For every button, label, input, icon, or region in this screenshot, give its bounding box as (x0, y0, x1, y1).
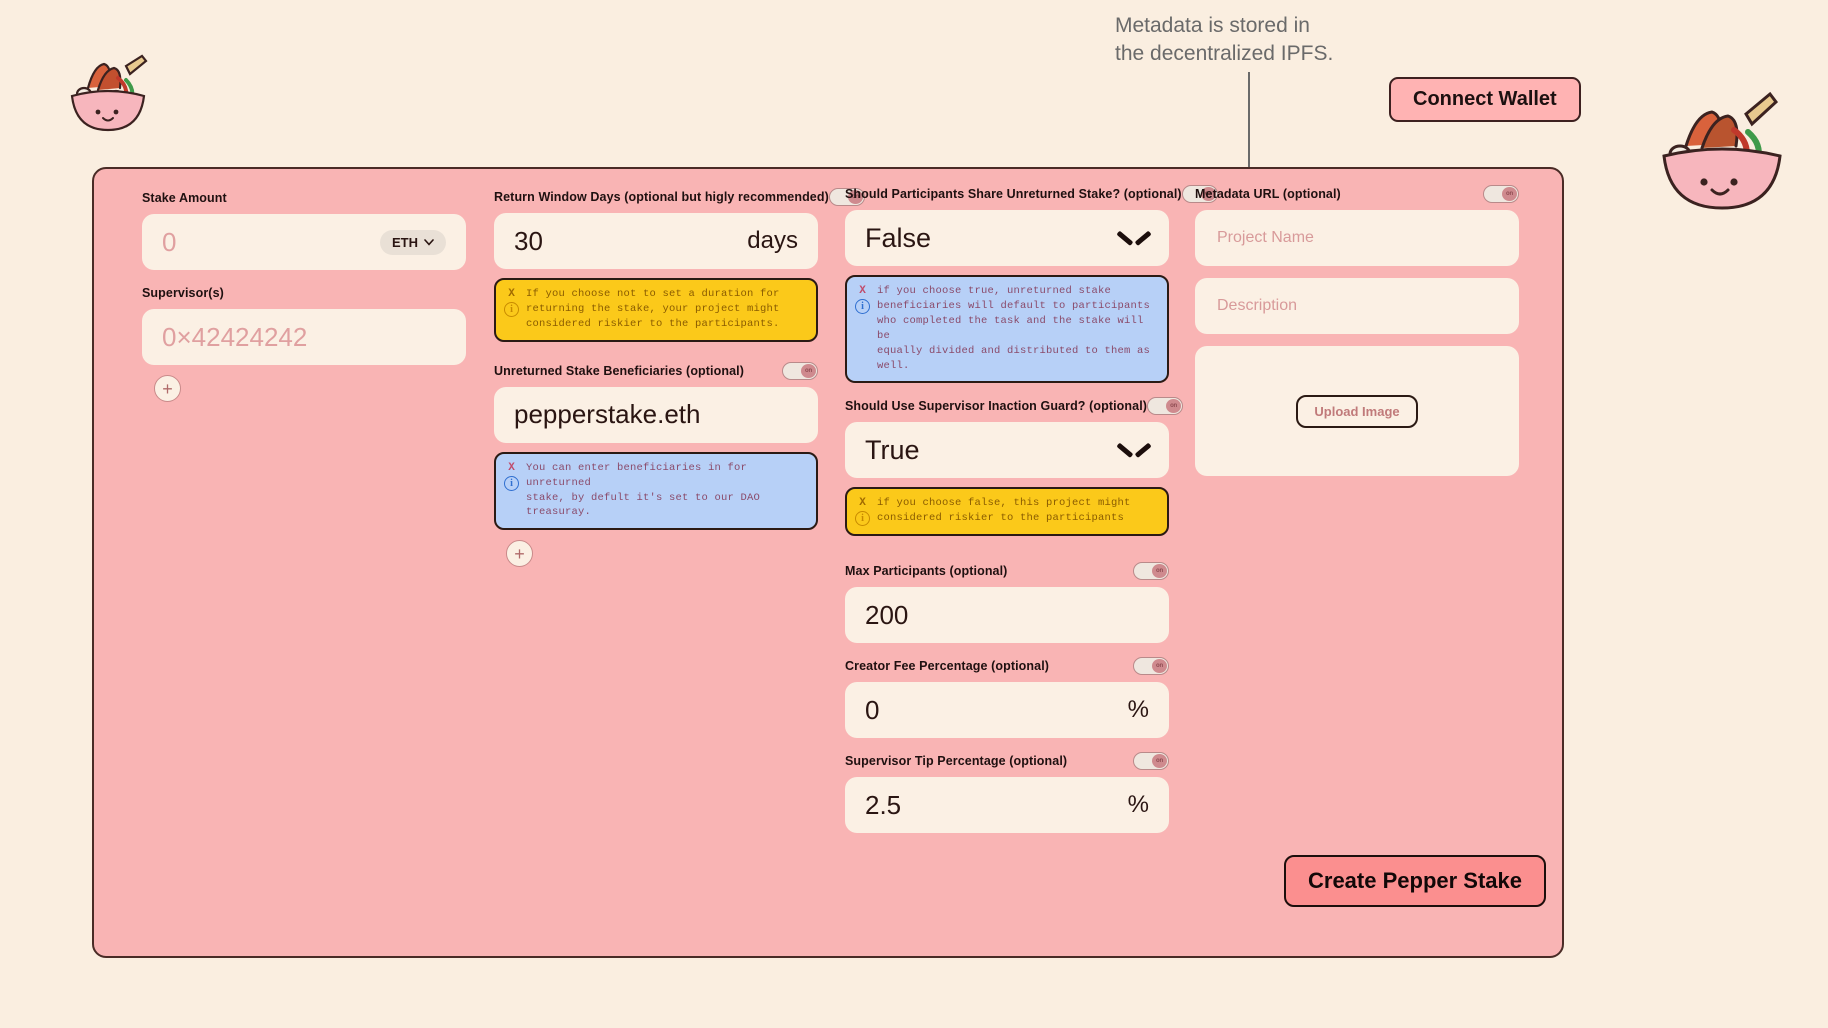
max-participants-input[interactable]: 200 (845, 587, 1169, 644)
supervisor-inaction-guard-select[interactable]: True (845, 422, 1169, 479)
supervisors-placeholder: 0×42424242 (162, 321, 308, 352)
supervisor-tip-value: 2.5 (865, 789, 902, 820)
unreturned-beneficiaries-info-text: You can enter beneficiaries in for unret… (526, 461, 761, 519)
supervisor-tip-label: Supervisor Tip Percentage (optional) (845, 754, 1068, 769)
info-circle-icon: i (855, 511, 870, 527)
project-name-placeholder: Project Name (1217, 229, 1314, 246)
field-supervisor-tip-percentage: Supervisor Tip Percentage (optional) on … (845, 750, 1169, 834)
description-input[interactable]: Description (1195, 278, 1519, 334)
upload-image-button[interactable]: Upload Image (1296, 394, 1418, 428)
callout-icon-group: X i (504, 461, 519, 491)
image-upload-area[interactable]: Upload Image (1195, 346, 1519, 476)
creator-fee-input[interactable]: 0 % (845, 682, 1169, 739)
toggle-knob: on (1152, 754, 1167, 769)
currency-selector[interactable]: ETH (380, 229, 446, 255)
close-icon[interactable]: X (859, 285, 866, 297)
description-placeholder: Description (1217, 297, 1298, 314)
return-window-days-unit: days (747, 227, 798, 254)
field-return-window-days: Return Window Days (optional but higly r… (494, 186, 865, 342)
annotation-arrow-icon (1243, 72, 1255, 179)
share-unreturned-stake-info: X i if you choose true, unreturned stake… (845, 275, 1169, 384)
field-metadata: Metadata URL (optional) on Project Name … (1195, 183, 1519, 476)
return-window-days-label: Return Window Days (optional but higly r… (494, 190, 829, 204)
callout-icon-group: X i (855, 284, 870, 314)
field-max-participants: Max Participants (optional) on 200 (845, 560, 1169, 644)
project-name-input[interactable]: Project Name (1195, 210, 1519, 266)
supervisor-inaction-guard-toggle[interactable]: on (1147, 397, 1184, 416)
form-column-3: Should Participants Share Unreturned Sta… (845, 183, 1218, 834)
toggle-knob: on (801, 363, 816, 378)
chevron-down-icon (424, 238, 434, 246)
supervisor-inaction-guard-warning: X i if you choose false, this project mi… (845, 487, 1169, 537)
creator-fee-value: 0 (865, 694, 880, 725)
form-column-2: Return Window Days (optional but higly r… (494, 186, 865, 568)
creator-fee-label: Creator Fee Percentage (optional) (845, 659, 1050, 674)
info-circle-icon: i (855, 299, 870, 314)
field-share-unreturned-stake: Should Participants Share Unreturned Sta… (845, 183, 1218, 384)
metadata-url-toggle[interactable]: on (1483, 185, 1519, 203)
field-creator-fee-percentage: Creator Fee Percentage (optional) on 0 % (845, 655, 1169, 739)
supervisor-tip-unit: % (1127, 791, 1149, 819)
info-circle-icon: i (504, 475, 519, 491)
callout-icon-group: X i (855, 496, 870, 527)
noodle-bowl-logo-left (70, 54, 148, 132)
supervisor-inaction-guard-value: True (865, 434, 920, 465)
stake-amount-input[interactable]: 0 ETH (142, 214, 466, 270)
add-supervisor-button[interactable]: + (154, 375, 181, 402)
toggle-knob: on (1502, 187, 1517, 201)
supervisors-input[interactable]: 0×42424242 (142, 309, 466, 365)
creator-fee-unit: % (1127, 696, 1149, 724)
noodle-bowl-logo-right (1662, 91, 1782, 210)
supervisor-inaction-guard-warning-text: if you choose false, this project might … (877, 497, 1131, 525)
supervisors-label: Supervisor(s) (142, 286, 224, 300)
create-pepper-stake-button[interactable]: Create Pepper Stake (1284, 855, 1546, 907)
share-unreturned-stake-select[interactable]: False (845, 210, 1169, 266)
close-icon[interactable]: X (508, 462, 515, 474)
return-window-days-warning: X i If you choose not to set a duration … (494, 278, 818, 342)
return-window-days-value: 30 (514, 225, 543, 256)
annotation-text: Metadata is stored in the decentralized … (1115, 14, 1334, 66)
return-window-days-input[interactable]: 30 days (494, 213, 818, 269)
return-window-days-warning-text: If you choose not to set a duration for … (526, 288, 780, 330)
form-column-1: Stake Amount 0 ETH Supervisor(s) 0×42424… (142, 187, 466, 402)
share-unreturned-stake-label: Should Participants Share Unreturned Sta… (845, 187, 1182, 201)
unreturned-beneficiaries-value: pepperstake.eth (514, 399, 701, 430)
chevron-down-icon (1119, 442, 1149, 458)
field-supervisor-inaction-guard: Should Use Supervisor Inaction Guard? (o… (845, 395, 1184, 537)
create-stake-form-panel: Stake Amount 0 ETH Supervisor(s) 0×42424… (92, 167, 1564, 958)
field-unreturned-stake-beneficiaries: Unreturned Stake Beneficiaries (optional… (494, 360, 818, 568)
chevron-down-icon (1119, 230, 1149, 246)
creator-fee-toggle[interactable]: on (1133, 657, 1169, 676)
field-supervisors: Supervisor(s) 0×42424242 + (142, 282, 466, 402)
toggle-knob: on (1152, 659, 1167, 674)
stake-amount-value: 0 (162, 226, 177, 257)
field-stake-amount: Stake Amount 0 ETH (142, 187, 466, 270)
callout-icon-group: X i (504, 287, 519, 317)
currency-label: ETH (392, 234, 418, 250)
add-beneficiary-button[interactable]: + (506, 540, 533, 568)
toggle-knob: on (1166, 399, 1182, 414)
supervisor-tip-toggle[interactable]: on (1133, 752, 1169, 771)
connect-wallet-button[interactable]: Connect Wallet (1389, 77, 1581, 122)
close-icon[interactable]: X (508, 288, 515, 300)
max-participants-toggle[interactable]: on (1133, 562, 1169, 581)
max-participants-value: 200 (865, 599, 909, 630)
supervisor-inaction-guard-label: Should Use Supervisor Inaction Guard? (o… (845, 399, 1148, 414)
unreturned-beneficiaries-input[interactable]: pepperstake.eth (494, 386, 818, 443)
share-unreturned-stake-info-text: if you choose true, unreturned stake ben… (877, 285, 1151, 372)
unreturned-beneficiaries-label: Unreturned Stake Beneficiaries (optional… (494, 363, 744, 378)
stake-amount-label: Stake Amount (142, 191, 227, 205)
close-icon[interactable]: X (859, 497, 866, 509)
form-column-4: Metadata URL (optional) on Project Name … (1195, 183, 1519, 476)
metadata-url-label: Metadata URL (optional) (1195, 187, 1341, 201)
toggle-knob: on (1152, 564, 1167, 579)
unreturned-beneficiaries-info: X i You can enter beneficiaries in for u… (494, 451, 818, 531)
max-participants-label: Max Participants (optional) (845, 564, 1008, 579)
info-circle-icon: i (504, 302, 519, 317)
supervisor-tip-input[interactable]: 2.5 % (845, 777, 1169, 834)
share-unreturned-stake-value: False (865, 222, 932, 253)
unreturned-beneficiaries-toggle[interactable]: on (782, 361, 818, 380)
